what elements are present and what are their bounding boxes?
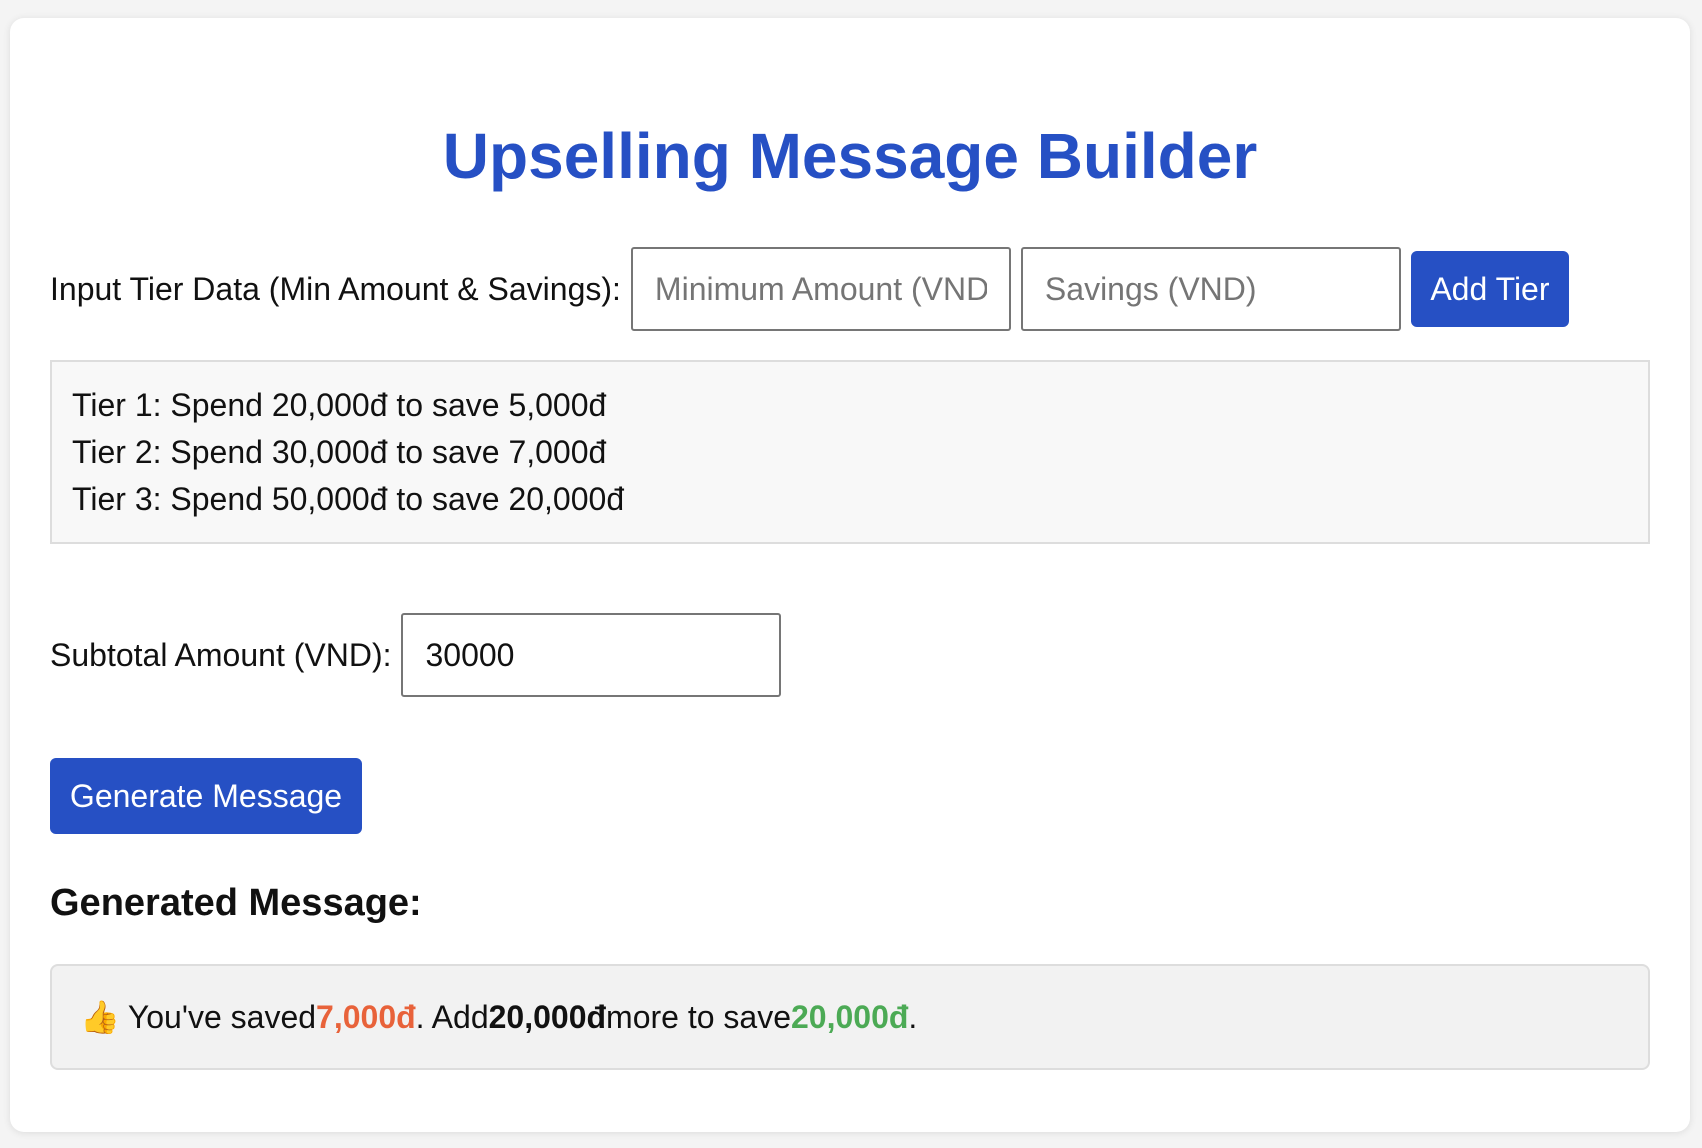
tier-item: Tier 1: Spend 20,000đ to save 5,000đ xyxy=(72,387,607,423)
more-amount: 20,000đ xyxy=(488,998,607,1035)
subtotal-input[interactable] xyxy=(401,613,782,697)
saved-amount: 7,000đ xyxy=(316,998,416,1035)
next-savings-amount: 20,000đ xyxy=(791,998,909,1035)
thumbs-up-icon: 👍 xyxy=(80,999,120,1035)
message-text-part: You've saved xyxy=(127,998,317,1035)
tier-input-row: Input Tier Data (Min Amount & Savings): … xyxy=(50,246,1569,332)
subtotal-label: Subtotal Amount (VND): xyxy=(50,636,392,673)
message-text-part: more to save xyxy=(606,998,791,1035)
generated-message-heading: Generated Message: xyxy=(50,882,422,924)
savings-input[interactable] xyxy=(1020,247,1401,331)
min-amount-input[interactable] xyxy=(630,247,1011,331)
subtotal-row: Subtotal Amount (VND): xyxy=(50,612,791,698)
generated-message-box: 👍 You've saved 7,000đ. Add 20,000đ more t… xyxy=(50,964,1650,1070)
tier-item: Tier 2: Spend 30,000đ to save 7,000đ xyxy=(72,434,607,470)
builder-card: Upselling Message Builder Input Tier Dat… xyxy=(10,18,1690,1132)
add-tier-button[interactable]: Add Tier xyxy=(1410,251,1569,327)
tier-item: Tier 3: Spend 50,000đ to save 20,000đ xyxy=(72,481,625,517)
generate-message-button[interactable]: Generate Message xyxy=(50,758,362,834)
page-title: Upselling Message Builder xyxy=(442,120,1258,192)
message-text-part: . Add xyxy=(415,998,489,1035)
message-text-part: . xyxy=(908,998,918,1035)
tier-input-label: Input Tier Data (Min Amount & Savings): xyxy=(50,270,621,307)
tier-list: Tier 1: Spend 20,000đ to save 5,000đ Tie… xyxy=(50,360,1650,544)
